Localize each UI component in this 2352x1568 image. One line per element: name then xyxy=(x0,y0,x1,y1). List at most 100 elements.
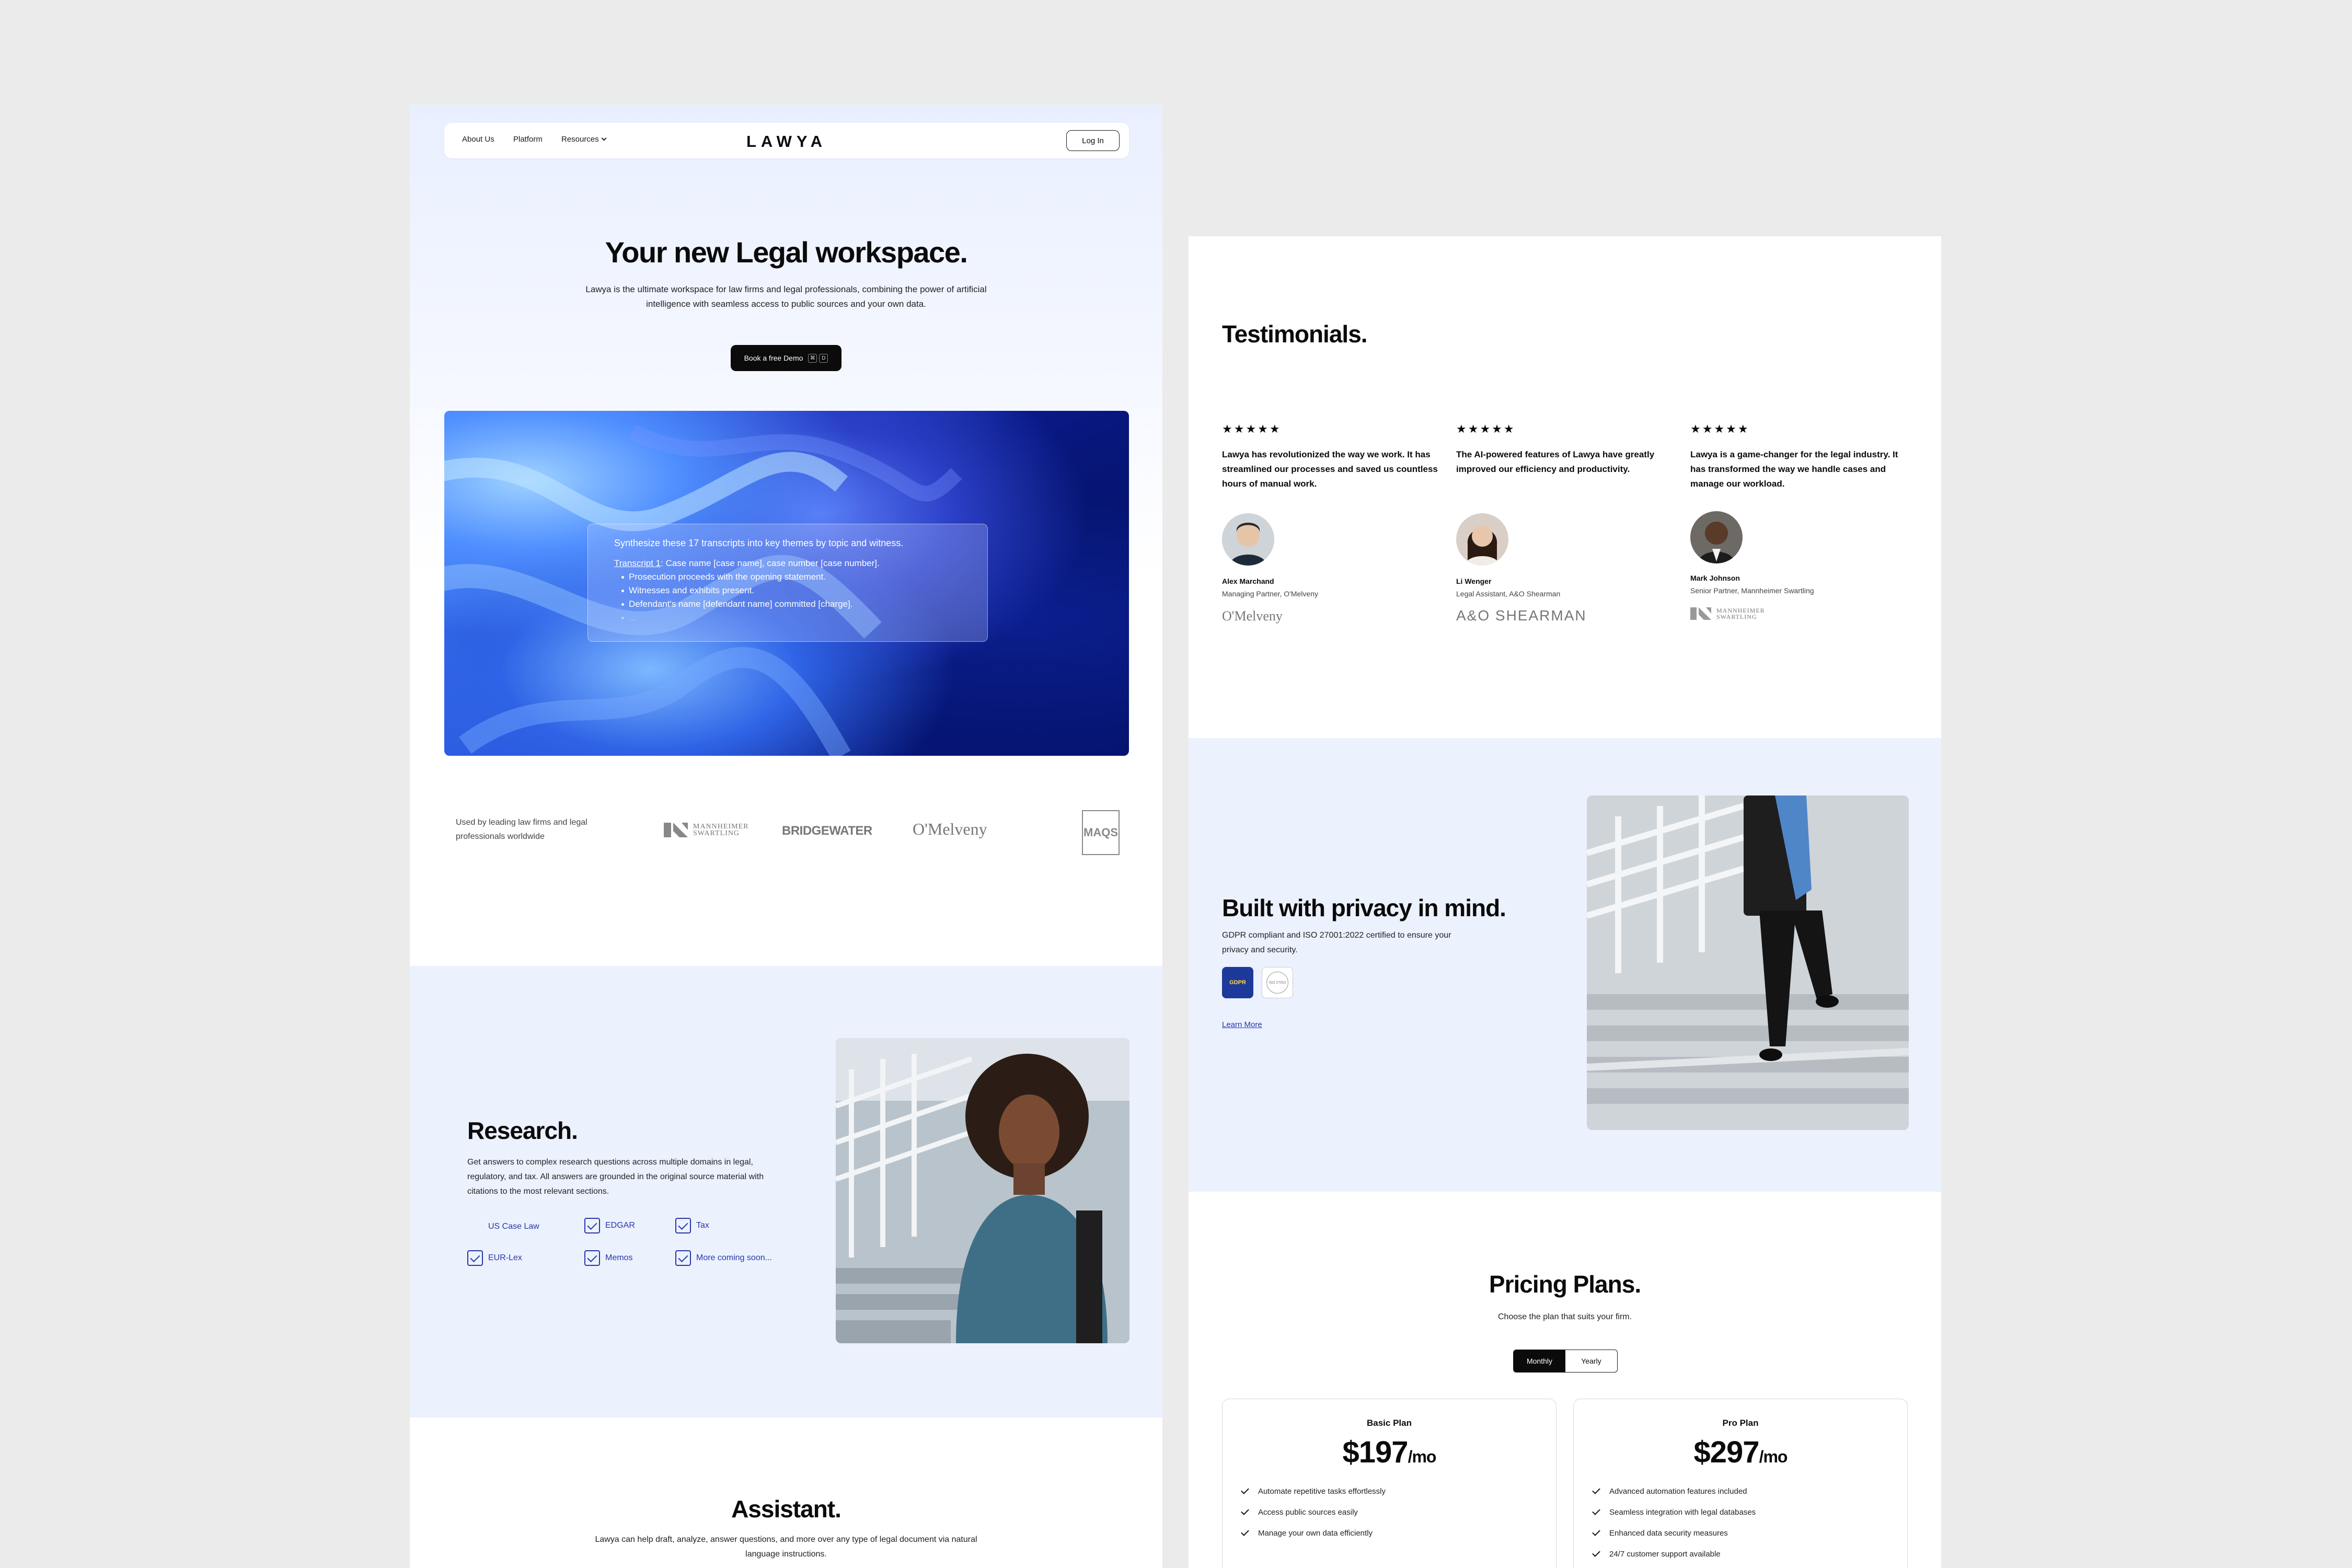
research-title: Research. xyxy=(467,1117,578,1144)
feature-label: 24/7 customer support available xyxy=(1609,1550,1721,1559)
checkbox-checked-icon[interactable] xyxy=(467,1250,483,1266)
testimonials-title: Testimonials. xyxy=(1222,320,1368,348)
checkmark-icon xyxy=(1592,1527,1600,1536)
firm-wordmark: MANNHEIMER SWARTLING xyxy=(1716,607,1765,620)
prompt-bullet: Defendant's name [defendant name] commit… xyxy=(614,599,961,609)
book-demo-label: Book a free Demo xyxy=(744,354,803,362)
toggle-monthly[interactable]: Monthly xyxy=(1514,1350,1565,1372)
privacy-title: Built with privacy in mind. xyxy=(1222,894,1506,921)
source-eur-lex[interactable]: EUR-Lex xyxy=(467,1250,522,1266)
testimonial-quote: Lawya has revolutionized the way we work… xyxy=(1222,449,1438,489)
portrait-image xyxy=(1222,513,1274,566)
plan-feature: Manage your own data efficiently xyxy=(1241,1527,1373,1538)
hero-visual: Synthesize these 17 transcripts into key… xyxy=(444,411,1129,756)
plan-price: $297/mo xyxy=(1574,1435,1907,1470)
testimonial-name: Mark Johnson xyxy=(1690,574,1740,582)
portrait-image xyxy=(1690,511,1743,563)
feature-label: Manage your own data efficiently xyxy=(1258,1529,1373,1538)
partners-caption: Used by leading law firms and legal prof… xyxy=(456,818,587,841)
avatar-li-wenger xyxy=(1456,513,1508,566)
testimonial-role: Legal Assistant, A&O Shearman xyxy=(1456,590,1561,598)
maqs-wordmark: MAQS xyxy=(1082,810,1120,855)
person-walking-stairs-image xyxy=(1587,795,1909,1130)
privacy-description: GDPR compliant and ISO 27001:2022 certif… xyxy=(1222,931,1451,954)
checkbox-checked-icon[interactable] xyxy=(584,1250,600,1266)
logo-maqs: MAQS xyxy=(1082,810,1120,855)
testimonial-role: Senior Partner, Mannheimer Swartling xyxy=(1690,586,1814,595)
feature-label: Advanced automation features included xyxy=(1609,1487,1747,1496)
testimonial-firm-logo: A&O SHEARMAN xyxy=(1456,607,1587,624)
woman-on-stairs-image xyxy=(836,1038,1129,1343)
d-key-icon: D xyxy=(819,353,828,363)
price-period: /mo xyxy=(1408,1447,1437,1466)
checkmark-icon xyxy=(1241,1485,1249,1494)
prompt-question: Synthesize these 17 transcripts into key… xyxy=(614,538,904,548)
research-photo xyxy=(836,1038,1129,1343)
checkbox-checked-icon[interactable] xyxy=(675,1250,691,1266)
iso-badge-label: ISO 27001 xyxy=(1266,972,1288,994)
source-label: Tax xyxy=(696,1221,709,1230)
five-star-rating-icon: ★★★★★ xyxy=(1222,422,1282,435)
assistant-description: Lawya can help draft, analyze, answer qu… xyxy=(595,1535,977,1559)
five-star-rating-icon: ★★★★★ xyxy=(1456,422,1516,435)
feature-label: Automate repetitive tasks effortlessly xyxy=(1258,1487,1386,1496)
hero-section: About Us Platform Resources LAWYA Log In… xyxy=(410,105,1162,966)
price-period: /mo xyxy=(1759,1447,1788,1466)
top-nav: About Us Platform Resources LAWYA Log In xyxy=(444,123,1129,158)
plan-name: Basic Plan xyxy=(1367,1418,1412,1428)
checkmark-icon xyxy=(1241,1527,1249,1536)
plan-feature: 24/7 customer support available xyxy=(1592,1548,1721,1559)
book-demo-button[interactable]: Book a free Demo ⌘ D xyxy=(731,345,841,371)
source-memos[interactable]: Memos xyxy=(584,1250,632,1266)
toggle-yearly[interactable]: Yearly xyxy=(1565,1350,1617,1372)
plan-card-basic[interactable]: Basic Plan $197/mo Automate repetitive t… xyxy=(1222,1399,1557,1568)
portrait-image xyxy=(1456,513,1508,566)
source-label: More coming soon... xyxy=(696,1253,772,1262)
learn-more-link[interactable]: Learn More xyxy=(1222,1020,1262,1029)
shortcut-keys: ⌘ D xyxy=(808,353,828,363)
testimonial-firm-logo: O'Melveny xyxy=(1222,608,1283,624)
mannheimer-wordmark: MANNHEIMER SWARTLING xyxy=(693,823,749,837)
source-label: Memos xyxy=(605,1253,633,1262)
assistant-title: Assistant. xyxy=(731,1495,841,1523)
source-label: US Case Law xyxy=(488,1222,539,1231)
price-amount: $197 xyxy=(1342,1435,1409,1469)
testimonial-role: Managing Partner, O'Melveny xyxy=(1222,590,1318,598)
source-us-case-law[interactable]: US Case Law xyxy=(488,1222,539,1231)
mannheimer-mark-icon xyxy=(664,823,688,837)
transcript-details: : Case name [case name], case number [ca… xyxy=(661,558,880,568)
checkmark-icon xyxy=(1241,1506,1249,1515)
testimonial-card: ★★★★★ Lawya has revolutionized the way w… xyxy=(1222,422,1442,491)
hero-subtitle: Lawya is the ultimate workspace for law … xyxy=(585,284,987,309)
testimonial-firm-logo: MANNHEIMER SWARTLING xyxy=(1690,606,1784,621)
logo-mannheimer-swartling: MANNHEIMER SWARTLING xyxy=(664,822,771,838)
source-edgar[interactable]: EDGAR xyxy=(584,1218,635,1233)
privacy-section: Built with privacy in mind. GDPR complia… xyxy=(1189,738,1941,1192)
testimonial-card: ★★★★★ The AI-powered features of Lawya h… xyxy=(1456,422,1676,477)
checkmark-icon xyxy=(1592,1485,1600,1494)
five-star-rating-icon: ★★★★★ xyxy=(1690,422,1750,435)
logo-bridgewater: BRIDGEWATER xyxy=(782,824,872,838)
login-button[interactable]: Log In xyxy=(1066,130,1120,151)
mannheimer-mark-icon xyxy=(1690,607,1711,620)
checkbox-checked-icon[interactable] xyxy=(675,1218,691,1233)
prompt-bullet: ... xyxy=(614,613,961,623)
feature-label: Enhanced data security measures xyxy=(1609,1529,1728,1538)
checkbox-checked-icon[interactable] xyxy=(584,1218,600,1233)
left-page-preview: About Us Platform Resources LAWYA Log In… xyxy=(410,105,1162,1568)
plan-card-pro[interactable]: Pro Plan $297/mo Advanced automation fea… xyxy=(1573,1399,1908,1568)
privacy-photo xyxy=(1587,795,1909,1130)
pricing-section: Pricing Plans. Choose the plan that suit… xyxy=(1189,1192,1941,1568)
plan-feature: Access public sources easily xyxy=(1241,1506,1358,1517)
testimonial-quote: The AI-powered features of Lawya have gr… xyxy=(1456,449,1655,474)
billing-toggle[interactable]: Monthly Yearly xyxy=(1513,1350,1618,1373)
source-more-coming[interactable]: More coming soon... xyxy=(675,1250,772,1266)
transcript-link[interactable]: Transcript 1 xyxy=(614,558,661,568)
brand-logo[interactable]: LAWYA xyxy=(444,132,1129,151)
pricing-subtitle: Choose the plan that suits your firm. xyxy=(1497,1312,1632,1321)
plan-feature: Enhanced data security measures xyxy=(1592,1527,1728,1538)
logo-omelveny: O'Melveny xyxy=(913,820,987,838)
iso-badge-icon: ISO 27001 xyxy=(1262,967,1293,998)
plan-feature: Seamless integration with legal database… xyxy=(1592,1506,1756,1517)
source-tax[interactable]: Tax xyxy=(675,1218,709,1233)
